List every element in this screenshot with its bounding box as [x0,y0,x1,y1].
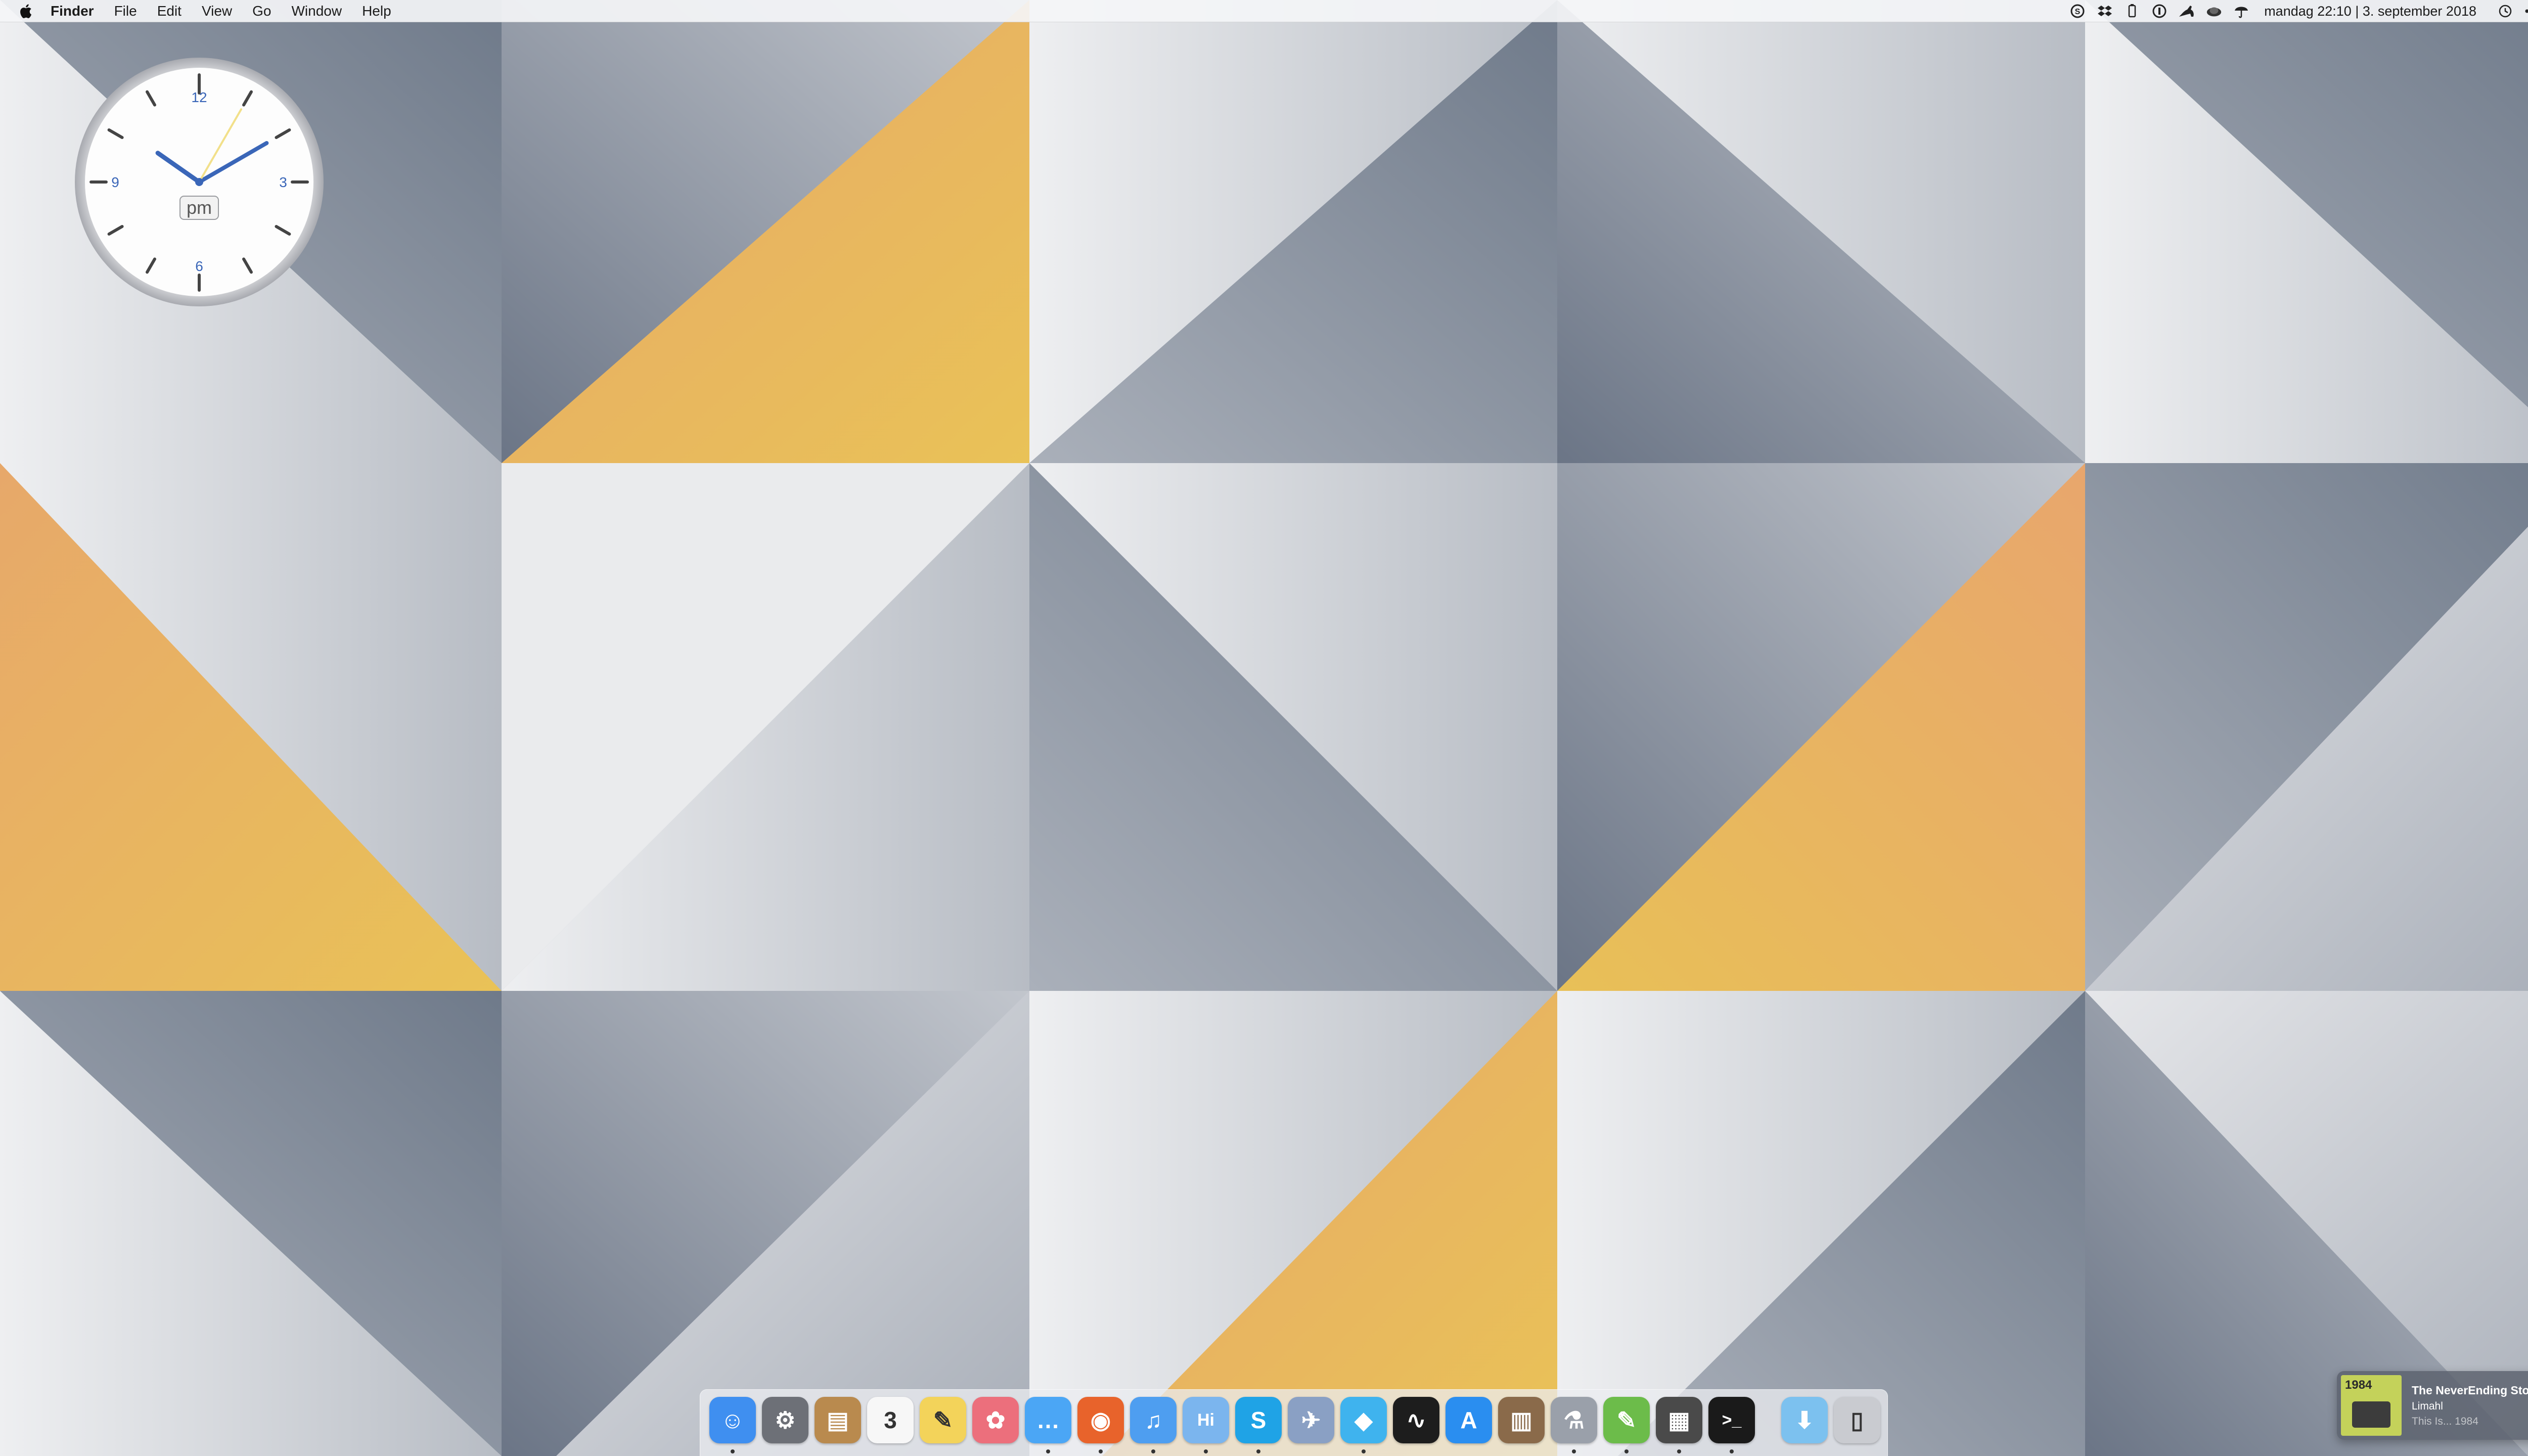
sketch-icon[interactable]: ◆ [1340,1397,1387,1453]
apple-icon[interactable] [18,3,32,19]
terminal-icon[interactable]: >_ [1708,1397,1755,1453]
activity-monitor-icon[interactable]: ∿ [1393,1397,1439,1443]
preview-icon[interactable]: ✈ [1288,1397,1334,1443]
umbrella-icon[interactable] [2233,3,2250,20]
running-indicator [1256,1449,1260,1453]
clock-center [195,178,203,186]
menu-edit[interactable]: Edit [157,0,182,22]
desktop-wallpaper [0,0,2528,1456]
app-store-icon[interactable]: A [1446,1397,1492,1443]
running-indicator [1677,1449,1681,1453]
dock-folders: ⬇ ▯ [1781,1397,1886,1443]
finder-icon[interactable]: ☺ [709,1397,756,1453]
now-playing-notification[interactable]: 1984 The NeverEnding Story Limahl This I… [2337,1371,2528,1440]
books-icon[interactable]: ▥ [1498,1397,1545,1443]
running-indicator [1151,1449,1155,1453]
notes-glyph: ✎ [933,1407,953,1433]
firefox-glyph: ◉ [1090,1407,1111,1433]
menu-view[interactable]: View [202,0,232,22]
track-artist: Limahl [2412,1400,2443,1412]
clock-numeral-12: 12 [191,89,207,105]
video-editor-glyph: ▦ [1668,1407,1690,1433]
calendar-glyph: 3 [884,1407,897,1433]
menu-go[interactable]: Go [252,0,271,22]
album-art: 1984 [2341,1375,2402,1436]
time-machine-icon[interactable] [2497,3,2514,20]
downloads-folder-glyph: ⬇ [1794,1407,1815,1433]
scripts-glyph: ⚗ [1563,1407,1585,1433]
books-glyph: ▥ [1510,1407,1532,1433]
battery-icon[interactable] [2124,3,2141,20]
dock-apps: ☺ ⚙ ▤ 3 ✎ ✿ … ◉ ♫ Hi S ✈ ◆ ∿ A ▥ ⚗ ✎ ▦ >_ [709,1397,1761,1453]
hi-app-glyph: Hi [1197,1410,1214,1430]
menu-bar: Finder File Edit View Go Window Help S m… [0,0,2528,22]
menu-file[interactable]: File [114,0,137,22]
menu-help[interactable]: Help [362,0,391,22]
running-indicator [1099,1449,1103,1453]
sketch-glyph: ◆ [1355,1407,1373,1433]
photos-icon[interactable]: ✿ [972,1397,1019,1443]
dropbox-icon[interactable] [2096,3,2113,20]
info-icon[interactable] [2151,3,2168,20]
contacts-glyph: ▤ [827,1407,849,1433]
terminal-glyph: >_ [1722,1410,1742,1430]
trash-icon[interactable]: ▯ [1834,1397,1880,1443]
trash-glyph: ▯ [1850,1407,1864,1433]
running-indicator [731,1449,735,1453]
skype-icon[interactable]: S [1235,1397,1282,1453]
track-title: The NeverEnding Story [2412,1383,2528,1397]
cloud-icon[interactable] [2205,3,2223,20]
running-indicator [1204,1449,1208,1453]
contacts-icon[interactable]: ▤ [815,1397,861,1443]
album-art-label: 1984 [2345,1378,2372,1392]
photos-glyph: ✿ [985,1407,1006,1433]
running-indicator [1572,1449,1576,1453]
system-preferences-icon[interactable]: ⚙ [762,1397,808,1443]
track-album: This Is... 1984 [2412,1415,2478,1427]
menu-app-finder[interactable]: Finder [51,0,94,22]
clock-numeral-6: 6 [195,258,203,274]
coda-icon[interactable]: ✎ [1603,1397,1650,1453]
kangaroo-icon[interactable] [2178,3,2195,20]
svg-text:S: S [2075,8,2081,16]
system-preferences-glyph: ⚙ [775,1407,796,1433]
menu-window[interactable]: Window [291,0,342,22]
activity-monitor-glyph: ∿ [1406,1407,1426,1433]
analog-clock: 12 3 6 9 pm [75,58,324,306]
scripts-icon[interactable]: ⚗ [1551,1397,1597,1453]
notes-icon[interactable]: ✎ [920,1397,966,1443]
running-indicator [1624,1449,1629,1453]
finder-glyph: ☺ [720,1407,745,1433]
preview-glyph: ✈ [1301,1407,1321,1433]
dock: ☺ ⚙ ▤ 3 ✎ ✿… ◉ ♫ Hi S ✈ ◆ ∿ A ▥ ⚗ ✎ ▦ >_ ⬇ ▯ [700,1389,1888,1456]
running-indicator [1362,1449,1366,1453]
album-art-figure [2352,1401,2390,1428]
coda-glyph: ✎ [1616,1407,1637,1433]
clock-numeral-9: 9 [111,174,119,190]
skype-glyph: S [1250,1407,1267,1433]
app-store-glyph: A [1460,1407,1477,1433]
hi-app-icon[interactable]: Hi [1183,1397,1229,1453]
clock-widget[interactable]: 12 3 6 9 pm [73,56,326,308]
messages-icon[interactable]: … [1025,1397,1071,1453]
itunes-icon[interactable]: ♫ [1130,1397,1177,1453]
menubar-datetime[interactable]: mandag 22:10 | 3. september 2018 [2264,4,2476,19]
messages-glyph: … [1036,1407,1060,1433]
video-editor-icon[interactable]: ▦ [1656,1397,1702,1453]
calendar-icon[interactable]: 3 [867,1397,914,1443]
itunes-glyph: ♫ [1144,1407,1162,1433]
skype-icon[interactable]: S [2069,3,2086,20]
more-icon[interactable] [2524,3,2528,20]
downloads-folder-icon[interactable]: ⬇ [1781,1397,1828,1443]
running-indicator [1730,1449,1734,1453]
clock-meridiem: pm [187,197,212,218]
running-indicator [1046,1449,1050,1453]
firefox-icon[interactable]: ◉ [1077,1397,1124,1453]
clock-numeral-3: 3 [279,174,287,190]
